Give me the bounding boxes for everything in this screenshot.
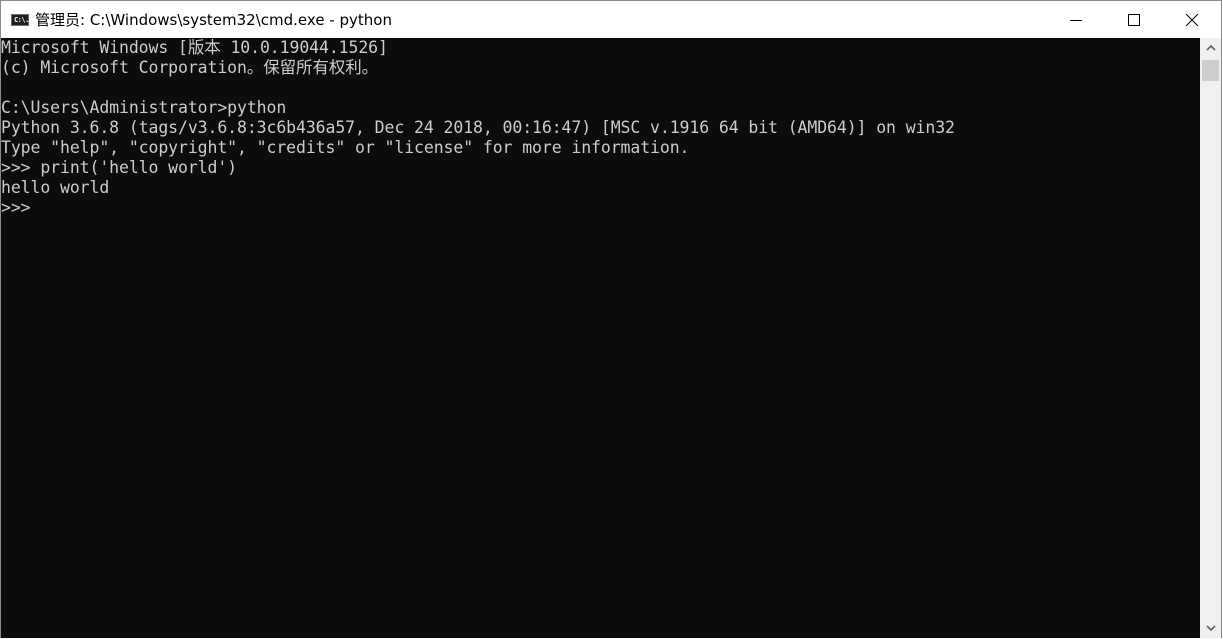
maximize-icon [1128, 13, 1140, 26]
console-line: >>> print('hello world') [1, 158, 238, 177]
close-button[interactable] [1163, 1, 1221, 38]
cmd-window: C:\. 管理员: C:\Windows\system32\cmd.exe - … [0, 0, 1222, 638]
scroll-down-button[interactable] [1200, 618, 1221, 638]
console-line: Python 3.6.8 (tags/v3.6.8:3c6b436a57, De… [1, 118, 955, 137]
vertical-scrollbar[interactable] [1200, 38, 1221, 638]
cmd-icon[interactable]: C:\. [11, 13, 29, 26]
close-icon [1186, 13, 1198, 26]
console-output[interactable]: Microsoft Windows [版本 10.0.19044.1526] (… [1, 38, 1201, 638]
maximize-button[interactable] [1105, 1, 1163, 38]
scroll-up-button[interactable] [1200, 38, 1221, 58]
console-prompt-line[interactable]: >>> [1, 198, 1201, 218]
window-controls [1047, 1, 1221, 38]
console-line: Type "help", "copyright", "credits" or "… [1, 138, 690, 157]
minimize-icon [1070, 19, 1082, 21]
console-line: (c) Microsoft Corporation。保留所有权利。 [1, 58, 379, 77]
scroll-thumb[interactable] [1202, 60, 1219, 81]
console-line: Microsoft Windows [版本 10.0.19044.1526] [1, 38, 388, 57]
console-line: hello world [1, 178, 110, 197]
window-title: 管理员: C:\Windows\system32\cmd.exe - pytho… [35, 11, 392, 29]
cmd-icon-glyph: C:\. [14, 15, 29, 24]
chevron-down-icon [1205, 625, 1216, 631]
title-bar[interactable]: C:\. 管理员: C:\Windows\system32\cmd.exe - … [1, 1, 1221, 38]
chevron-up-icon [1205, 45, 1216, 51]
console-line: C:\Users\Administrator>python [1, 98, 287, 117]
minimize-button[interactable] [1047, 1, 1105, 38]
